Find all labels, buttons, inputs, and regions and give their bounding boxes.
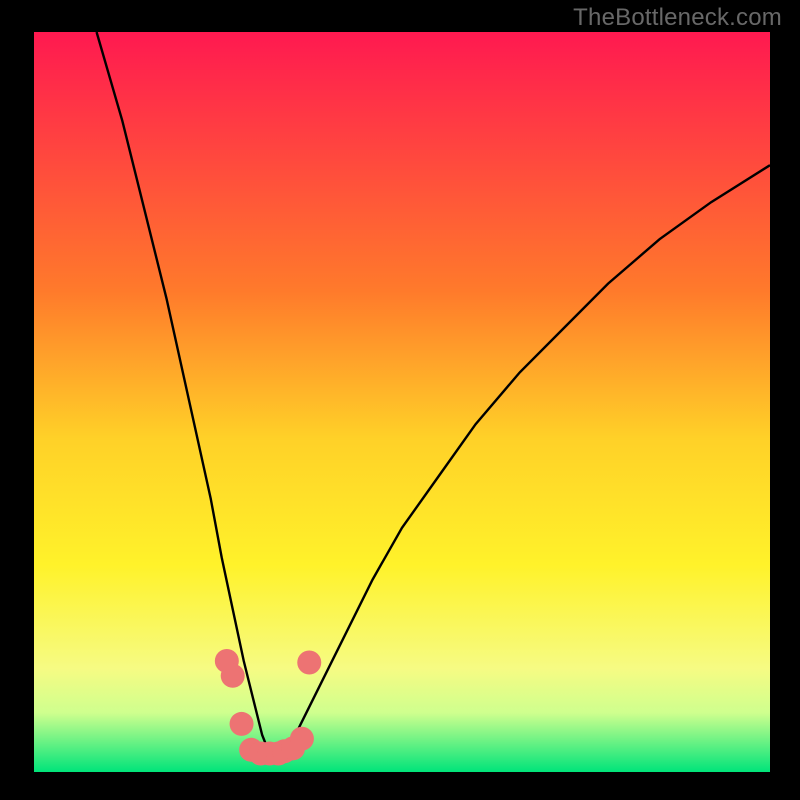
marker-point (290, 727, 314, 751)
watermark-text: TheBottleneck.com (573, 4, 782, 32)
bottleneck-chart (0, 0, 800, 800)
chart-frame: { "watermark": "TheBottleneck.com", "cha… (0, 0, 800, 800)
marker-point (297, 650, 321, 674)
plot-background (34, 32, 770, 772)
marker-point (230, 712, 254, 736)
marker-point (221, 664, 245, 688)
